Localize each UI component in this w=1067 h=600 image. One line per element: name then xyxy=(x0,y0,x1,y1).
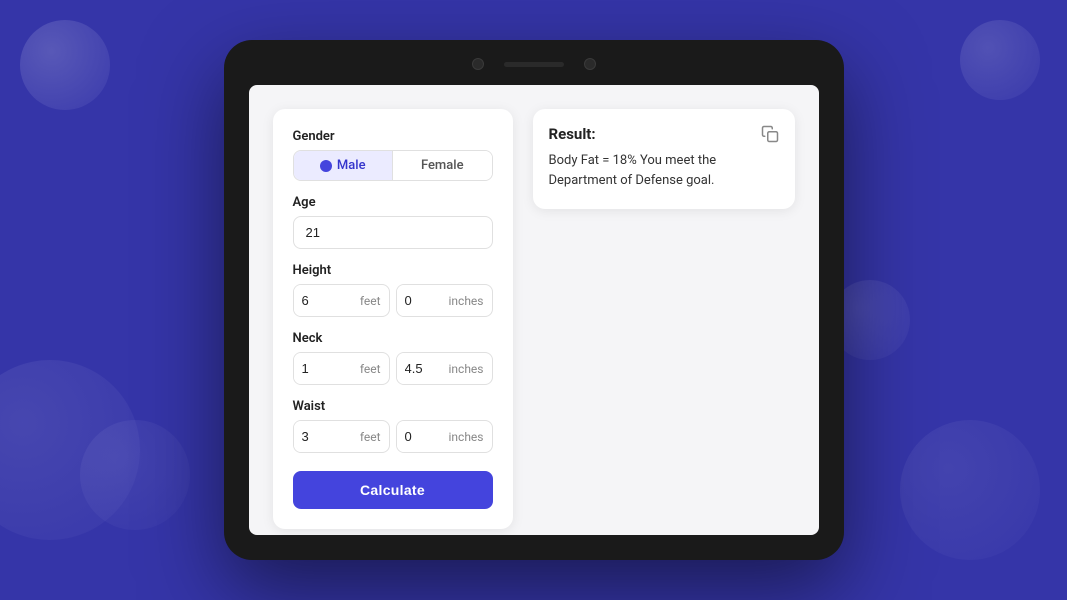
bubble-bottom-left-large xyxy=(0,360,140,540)
height-inches-unit: inches xyxy=(447,294,492,308)
height-inches-wrap: inches xyxy=(396,284,493,317)
neck-inches-wrap: inches xyxy=(396,352,493,385)
tablet-camera-right xyxy=(584,58,596,70)
gender-label: Gender xyxy=(293,129,493,144)
waist-feet-input[interactable] xyxy=(294,421,358,452)
tablet-camera xyxy=(472,58,484,70)
gender-toggle: Male Female xyxy=(293,150,493,181)
bubble-top-right xyxy=(960,20,1040,100)
neck-label: Neck xyxy=(293,331,493,346)
height-feet-input[interactable] xyxy=(294,285,358,316)
waist-measure-row: feet inches xyxy=(293,420,493,453)
height-feet-unit: feet xyxy=(358,294,389,308)
neck-group: Neck feet inches xyxy=(293,331,493,385)
neck-measure-row: feet inches xyxy=(293,352,493,385)
height-group: Height feet inches xyxy=(293,263,493,317)
neck-feet-unit: feet xyxy=(358,362,389,376)
gender-male-option[interactable]: Male xyxy=(294,151,394,180)
result-header: Result: xyxy=(549,125,779,143)
neck-inches-unit: inches xyxy=(447,362,492,376)
copy-icon[interactable] xyxy=(761,125,779,143)
neck-inches-input[interactable] xyxy=(397,353,447,384)
gender-male-label: Male xyxy=(337,158,366,173)
waist-feet-wrap: feet xyxy=(293,420,390,453)
waist-inches-wrap: inches xyxy=(396,420,493,453)
tablet-screen: Gender Male Female Age Height xyxy=(249,85,819,535)
height-feet-wrap: feet xyxy=(293,284,390,317)
result-panel: Result: Body Fat = 18% You meet the Depa… xyxy=(533,109,795,209)
calculate-button[interactable]: Calculate xyxy=(293,471,493,509)
height-inches-input[interactable] xyxy=(397,285,447,316)
result-title: Result: xyxy=(549,125,596,143)
gender-group: Gender Male Female xyxy=(293,129,493,181)
bubble-bottom-right xyxy=(900,420,1040,560)
gender-female-label: Female xyxy=(421,158,464,173)
body-fat-form: Gender Male Female Age Height xyxy=(273,109,513,529)
tablet-device: Gender Male Female Age Height xyxy=(224,40,844,560)
tablet-speaker xyxy=(504,62,564,67)
height-label: Height xyxy=(293,263,493,278)
waist-feet-unit: feet xyxy=(358,430,389,444)
bubble-bottom-left-small xyxy=(80,420,190,530)
waist-inches-input[interactable] xyxy=(397,421,447,452)
height-measure-row: feet inches xyxy=(293,284,493,317)
waist-label: Waist xyxy=(293,399,493,414)
neck-feet-input[interactable] xyxy=(294,353,358,384)
age-group: Age xyxy=(293,195,493,249)
tablet-top-bar xyxy=(472,58,596,70)
radio-dot-male xyxy=(320,160,332,172)
waist-inches-unit: inches xyxy=(447,430,492,444)
neck-feet-wrap: feet xyxy=(293,352,390,385)
waist-group: Waist feet inches xyxy=(293,399,493,453)
age-label: Age xyxy=(293,195,493,210)
age-input[interactable] xyxy=(293,216,493,249)
bubble-top-left xyxy=(20,20,110,110)
gender-female-option[interactable]: Female xyxy=(393,151,492,180)
result-text: Body Fat = 18% You meet the Department o… xyxy=(549,151,779,190)
